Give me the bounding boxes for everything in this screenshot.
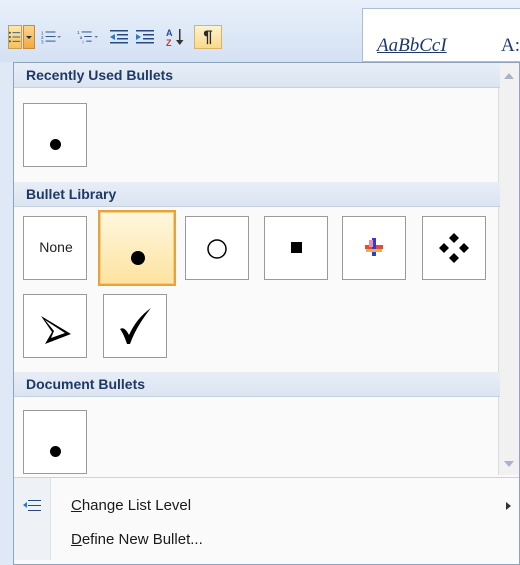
bullet-filled-circle[interactable] xyxy=(98,210,176,286)
chevron-down-icon xyxy=(26,36,32,39)
style-preview-normal[interactable]: AaBbCcI xyxy=(377,35,447,57)
bullet-filled-square[interactable] xyxy=(264,216,328,280)
svg-text:3: 3 xyxy=(41,39,44,44)
decrease-indent-icon xyxy=(110,30,128,44)
define-new-bullet-item[interactable]: Define New Bullet... xyxy=(14,525,519,555)
increase-indent-button[interactable] xyxy=(134,25,156,49)
menu-separator xyxy=(14,477,519,478)
bullet-none-label: None xyxy=(39,239,73,255)
filled-circle-icon xyxy=(50,139,61,150)
recent-bullet-filled-circle[interactable] xyxy=(23,103,87,167)
sort-button[interactable]: A Z xyxy=(163,25,187,49)
bullet-picture[interactable] xyxy=(342,216,406,280)
bullet-hollow-circle[interactable] xyxy=(185,216,249,280)
bullet-diamond[interactable] xyxy=(422,216,486,280)
filled-circle-icon xyxy=(131,251,145,265)
checkmark-icon xyxy=(120,308,151,344)
change-list-level-label: Change List Level xyxy=(71,497,192,514)
hollow-circle-icon xyxy=(207,239,227,259)
submenu-arrow-icon xyxy=(506,502,511,510)
styles-gallery[interactable]: AaBbCcI A: xyxy=(362,8,520,62)
numbering-button[interactable]: 1 2 3 xyxy=(40,25,62,49)
svg-text:A: A xyxy=(166,28,173,38)
filled-circle-icon xyxy=(50,446,61,457)
bullets-button[interactable] xyxy=(8,25,22,49)
bullet-checkmark[interactable] xyxy=(103,294,167,358)
scroll-down-arrow-icon[interactable] xyxy=(504,461,514,467)
bullet-library-header: Bullet Library xyxy=(14,182,500,207)
multilevel-list-icon: 1 a i xyxy=(77,30,99,44)
style-preview-next[interactable]: A: xyxy=(501,35,520,57)
bullet-arrowhead[interactable] xyxy=(23,294,87,358)
document-bullets-title: Document Bullets xyxy=(26,376,146,392)
increase-indent-icon xyxy=(136,30,154,44)
pilcrow-icon: ¶ xyxy=(203,27,213,46)
bullet-library-title: Bullet Library xyxy=(26,186,117,202)
bullets-dropdown-arrow[interactable] xyxy=(23,25,35,49)
decrease-indent-button[interactable] xyxy=(108,25,130,49)
scroll-up-arrow-icon[interactable] xyxy=(504,73,514,79)
bullet-library-dropdown: Recently Used Bullets Bullet Library Non… xyxy=(13,62,520,565)
sort-icon: A Z xyxy=(166,28,184,47)
bullet-none[interactable]: None xyxy=(23,216,87,280)
define-new-bullet-label: Define New Bullet... xyxy=(71,531,203,548)
svg-text:i: i xyxy=(83,39,84,44)
change-list-level-item[interactable]: Change List Level xyxy=(14,491,519,521)
filled-square-icon xyxy=(291,242,302,253)
document-bullets-header: Document Bullets xyxy=(14,372,500,397)
bullets-icon xyxy=(9,31,21,43)
picture-bullet-icon xyxy=(365,238,383,256)
arrowhead-icon xyxy=(41,316,71,344)
panel-scrollbar[interactable] xyxy=(498,63,519,475)
recent-bullets-title: Recently Used Bullets xyxy=(26,67,174,83)
document-bullet-filled-circle[interactable] xyxy=(23,410,87,474)
four-diamond-icon xyxy=(439,233,469,263)
recent-bullets-header: Recently Used Bullets xyxy=(14,63,500,88)
numbering-icon: 1 2 3 xyxy=(41,30,61,44)
multilevel-list-button[interactable]: 1 a i xyxy=(76,25,100,49)
show-hide-button[interactable]: ¶ xyxy=(194,25,222,49)
change-list-level-icon xyxy=(23,500,41,511)
svg-text:Z: Z xyxy=(166,38,172,47)
